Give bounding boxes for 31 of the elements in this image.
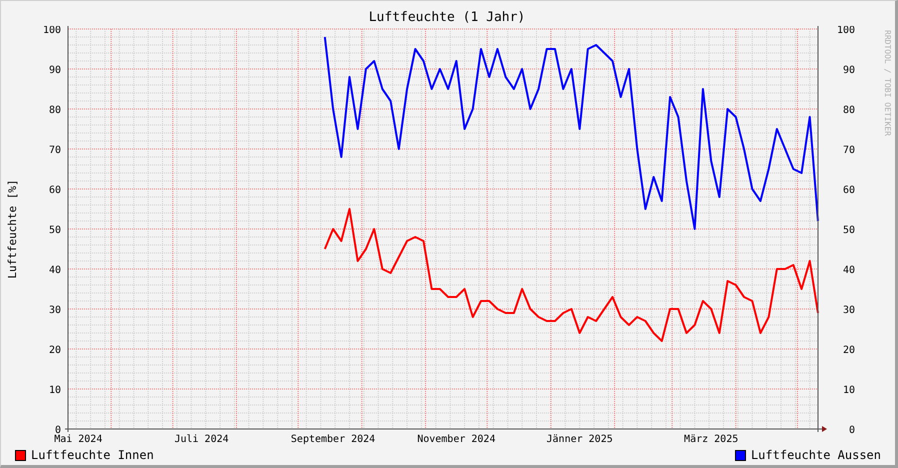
y-tick-label: 60	[842, 184, 855, 196]
x-tick-label: September 2024	[290, 434, 376, 445]
y-tick-label: 50	[48, 224, 61, 236]
y-tick-label: 80	[48, 104, 61, 116]
y-tick-label: 50	[842, 224, 855, 236]
y-tick-label: 70	[48, 144, 61, 156]
y-tick-label: 20	[48, 344, 61, 356]
y-tick-label: 90	[48, 64, 61, 76]
x-tick-label: März 2025	[684, 434, 738, 445]
y-tick-label: 0	[848, 424, 855, 436]
legend-label: Luftfeuchte Innen	[31, 448, 154, 462]
y-tick-label: 10	[842, 384, 855, 396]
y-tick-label: 20	[842, 344, 855, 356]
y-tick-label: 10	[48, 384, 61, 396]
y-tick-label: 80	[842, 104, 855, 116]
y-tick-label: 40	[842, 264, 855, 276]
y-tick-label: 90	[842, 64, 855, 76]
x-tick-label: Jänner 2025	[546, 434, 613, 445]
x-tick-label: Juli 2024	[174, 434, 229, 445]
legend-label: Luftfeuchte Aussen	[750, 448, 881, 462]
x-tick-label: November 2024	[417, 434, 496, 445]
y-tick-label: 40	[48, 264, 61, 276]
y-axis-label: Luftfeuchte [%]	[6, 179, 19, 279]
y-tick-label: 30	[842, 304, 855, 316]
y-tick-label: 70	[842, 144, 855, 156]
y-tick-label: 0	[54, 424, 61, 436]
x-tick-label: Mai 2024	[54, 434, 102, 445]
chart-title: Luftfeuchte (1 Jahr)	[368, 10, 526, 26]
y-tick-label: 30	[48, 304, 61, 316]
y-tick-label: 60	[48, 184, 61, 196]
credit-text: RRDTOOL / TOBI OETIKER	[883, 30, 892, 136]
